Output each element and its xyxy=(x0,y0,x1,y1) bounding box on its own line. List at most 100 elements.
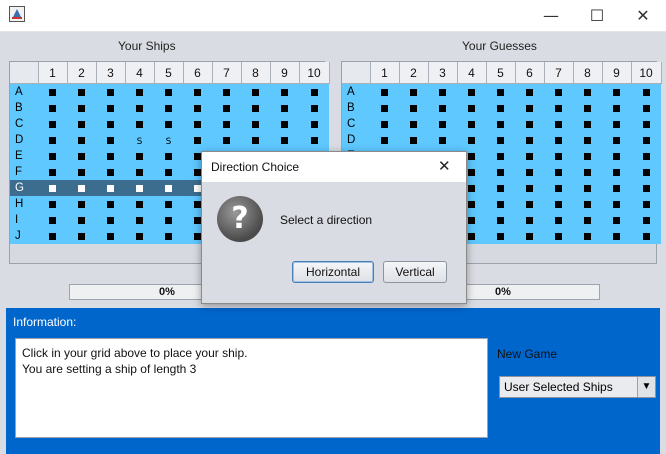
ships-cell[interactable] xyxy=(299,83,329,100)
guesses-cell[interactable] xyxy=(573,212,602,228)
ships-cell[interactable] xyxy=(96,228,125,244)
ships-cell[interactable] xyxy=(154,228,183,244)
guesses-cell[interactable] xyxy=(515,212,544,228)
guesses-cell[interactable] xyxy=(457,116,486,132)
ships-cell[interactable] xyxy=(38,180,67,196)
guesses-cell[interactable] xyxy=(370,83,399,100)
guesses-cell[interactable] xyxy=(602,212,631,228)
guesses-cell[interactable] xyxy=(544,132,573,148)
guesses-cell[interactable] xyxy=(602,164,631,180)
ships-cell[interactable] xyxy=(270,116,299,132)
horizontal-button[interactable]: Horizontal xyxy=(292,261,374,283)
guesses-cell[interactable] xyxy=(631,132,661,148)
ships-cell[interactable] xyxy=(154,180,183,196)
guesses-cell[interactable] xyxy=(544,148,573,164)
ships-cell[interactable] xyxy=(38,148,67,164)
guesses-cell[interactable] xyxy=(631,83,661,100)
guesses-cell[interactable] xyxy=(602,228,631,244)
guesses-cell[interactable] xyxy=(573,164,602,180)
ships-cell[interactable] xyxy=(96,180,125,196)
game-mode-select[interactable]: User Selected Ships ▼ xyxy=(499,376,656,398)
guesses-cell[interactable] xyxy=(399,83,428,100)
ships-cell[interactable] xyxy=(67,132,96,148)
guesses-cell[interactable] xyxy=(544,100,573,116)
guesses-cell[interactable] xyxy=(515,116,544,132)
guesses-cell[interactable] xyxy=(573,180,602,196)
ships-cell[interactable] xyxy=(299,116,329,132)
guesses-cell[interactable] xyxy=(486,100,515,116)
ships-cell[interactable] xyxy=(38,83,67,100)
ships-cell[interactable] xyxy=(67,196,96,212)
ships-cell[interactable] xyxy=(125,83,154,100)
ships-cell[interactable] xyxy=(38,100,67,116)
ships-cell[interactable] xyxy=(67,212,96,228)
guesses-cell[interactable] xyxy=(457,100,486,116)
guesses-cell[interactable] xyxy=(486,212,515,228)
info-textarea[interactable]: Click in your grid above to place your s… xyxy=(15,338,488,438)
ships-cell[interactable] xyxy=(270,83,299,100)
guesses-cell[interactable] xyxy=(457,132,486,148)
ships-cell[interactable] xyxy=(154,212,183,228)
ships-cell[interactable] xyxy=(125,100,154,116)
guesses-cell[interactable] xyxy=(544,196,573,212)
maximize-button[interactable]: ☐ xyxy=(574,0,620,31)
guesses-cell[interactable] xyxy=(631,196,661,212)
guesses-cell[interactable] xyxy=(486,83,515,100)
guesses-cell[interactable] xyxy=(631,148,661,164)
guesses-cell[interactable] xyxy=(573,228,602,244)
ships-cell[interactable] xyxy=(96,116,125,132)
ships-cell[interactable] xyxy=(38,164,67,180)
guesses-cell[interactable] xyxy=(573,148,602,164)
guesses-cell[interactable] xyxy=(631,212,661,228)
ships-cell[interactable] xyxy=(241,83,270,100)
guesses-cell[interactable] xyxy=(631,228,661,244)
ships-cell[interactable] xyxy=(270,132,299,148)
ships-cell[interactable] xyxy=(154,83,183,100)
guesses-cell[interactable] xyxy=(631,116,661,132)
ships-cell[interactable] xyxy=(241,100,270,116)
guesses-cell[interactable] xyxy=(399,100,428,116)
ships-cell[interactable] xyxy=(67,164,96,180)
guesses-cell[interactable] xyxy=(428,100,457,116)
guesses-cell[interactable] xyxy=(573,83,602,100)
guesses-cell[interactable] xyxy=(544,164,573,180)
ships-cell[interactable]: S xyxy=(125,132,154,148)
chevron-down-icon[interactable]: ▼ xyxy=(637,377,655,397)
ships-cell[interactable] xyxy=(125,228,154,244)
ships-cell[interactable] xyxy=(212,100,241,116)
ships-cell[interactable] xyxy=(38,212,67,228)
guesses-cell[interactable] xyxy=(486,132,515,148)
ships-cell[interactable] xyxy=(67,83,96,100)
ships-cell[interactable] xyxy=(154,164,183,180)
guesses-cell[interactable] xyxy=(573,196,602,212)
guesses-cell[interactable] xyxy=(602,148,631,164)
guesses-cell[interactable] xyxy=(486,116,515,132)
guesses-cell[interactable] xyxy=(370,116,399,132)
ships-cell[interactable] xyxy=(96,196,125,212)
ships-cell[interactable] xyxy=(241,116,270,132)
guesses-cell[interactable] xyxy=(428,132,457,148)
guesses-cell[interactable] xyxy=(631,164,661,180)
guesses-cell[interactable] xyxy=(370,132,399,148)
ships-cell[interactable] xyxy=(154,196,183,212)
ships-cell[interactable] xyxy=(96,148,125,164)
guesses-cell[interactable] xyxy=(515,132,544,148)
guesses-cell[interactable] xyxy=(486,228,515,244)
guesses-cell[interactable] xyxy=(515,228,544,244)
guesses-cell[interactable] xyxy=(515,83,544,100)
ships-cell[interactable] xyxy=(183,116,212,132)
ships-cell[interactable] xyxy=(299,132,329,148)
minimize-button[interactable]: — xyxy=(528,0,574,31)
guesses-cell[interactable] xyxy=(486,180,515,196)
ships-cell[interactable] xyxy=(96,164,125,180)
ships-cell[interactable] xyxy=(154,148,183,164)
ships-cell[interactable] xyxy=(67,228,96,244)
guesses-cell[interactable] xyxy=(515,148,544,164)
ships-cell[interactable] xyxy=(67,180,96,196)
guesses-cell[interactable] xyxy=(631,100,661,116)
guesses-cell[interactable] xyxy=(399,132,428,148)
ships-cell[interactable] xyxy=(96,83,125,100)
ships-cell[interactable] xyxy=(183,100,212,116)
guesses-cell[interactable] xyxy=(602,116,631,132)
ships-cell[interactable] xyxy=(67,148,96,164)
